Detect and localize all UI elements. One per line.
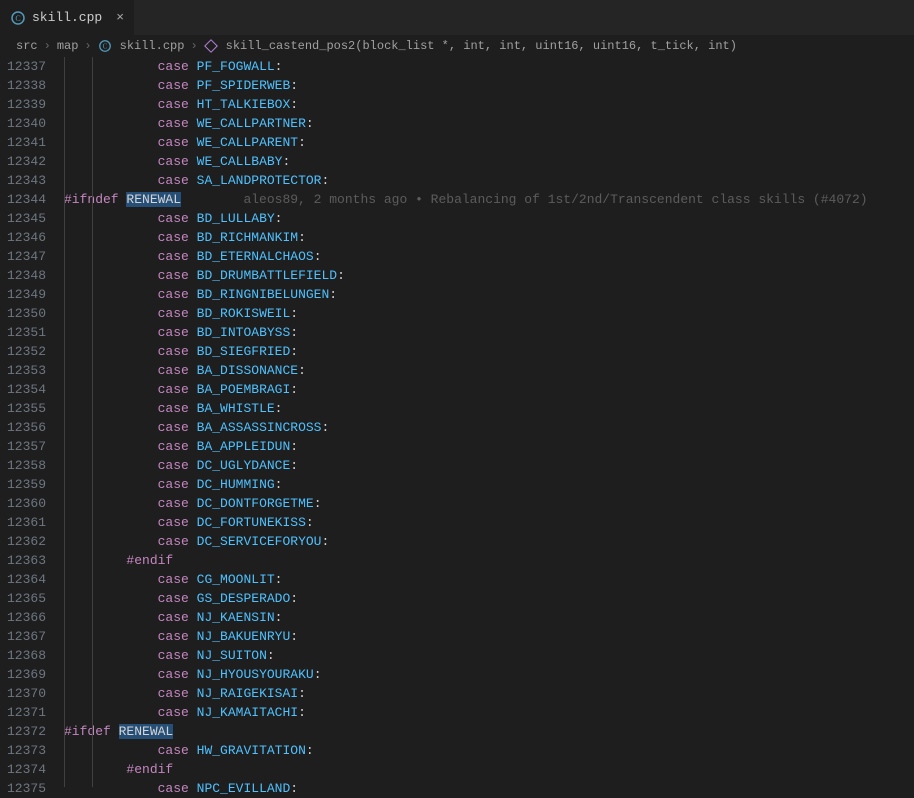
chevron-right-icon: ›: [44, 39, 51, 53]
line-number: 12370: [0, 684, 46, 703]
code-line[interactable]: case NPC_EVILLAND:: [64, 779, 914, 798]
line-number: 12339: [0, 95, 46, 114]
code-line[interactable]: case DC_FORTUNEKISS:: [64, 513, 914, 532]
line-number: 12351: [0, 323, 46, 342]
code-line[interactable]: #endif: [64, 760, 914, 779]
code-line[interactable]: case BA_DISSONANCE:: [64, 361, 914, 380]
line-number: 12352: [0, 342, 46, 361]
code-line[interactable]: case BD_DRUMBATTLEFIELD:: [64, 266, 914, 285]
code-line[interactable]: case NJ_SUITON:: [64, 646, 914, 665]
code-line[interactable]: case PF_SPIDERWEB:: [64, 76, 914, 95]
line-number: 12345: [0, 209, 46, 228]
code-line[interactable]: case BA_ASSASSINCROSS:: [64, 418, 914, 437]
code-area[interactable]: case PF_FOGWALL: case PF_SPIDERWEB: case…: [64, 57, 914, 787]
code-line[interactable]: case NJ_HYOUSYOURAKU:: [64, 665, 914, 684]
breadcrumb-segment[interactable]: map: [57, 39, 79, 53]
code-line[interactable]: case SA_LANDPROTECTOR:: [64, 171, 914, 190]
code-line[interactable]: case DC_HUMMING:: [64, 475, 914, 494]
line-number: 12340: [0, 114, 46, 133]
svg-text:C: C: [15, 14, 20, 23]
line-number: 12343: [0, 171, 46, 190]
code-line[interactable]: #ifdef RENEWAL: [64, 722, 914, 741]
code-line[interactable]: case NJ_KAMAITACHI:: [64, 703, 914, 722]
code-line[interactable]: case NJ_BAKUENRYU:: [64, 627, 914, 646]
line-number: 12364: [0, 570, 46, 589]
line-number: 12373: [0, 741, 46, 760]
breadcrumb-segment[interactable]: src: [16, 39, 38, 53]
method-icon: [204, 39, 218, 53]
code-line[interactable]: case BD_RINGNIBELUNGEN:: [64, 285, 914, 304]
line-number: 12353: [0, 361, 46, 380]
line-number: 12344: [0, 190, 46, 209]
code-line[interactable]: case WE_CALLBABY:: [64, 152, 914, 171]
svg-text:C: C: [102, 43, 107, 51]
line-number: 12375: [0, 779, 46, 798]
tab-bar: C skill.cpp ×: [0, 0, 914, 35]
line-number: 12355: [0, 399, 46, 418]
line-number: 12357: [0, 437, 46, 456]
code-line[interactable]: case BD_ETERNALCHAOS:: [64, 247, 914, 266]
code-line[interactable]: case DC_SERVICEFORYOU:: [64, 532, 914, 551]
line-number: 12358: [0, 456, 46, 475]
line-number: 12338: [0, 76, 46, 95]
line-number: 12348: [0, 266, 46, 285]
code-line[interactable]: case NJ_RAIGEKISAI:: [64, 684, 914, 703]
line-number: 12360: [0, 494, 46, 513]
line-number: 12346: [0, 228, 46, 247]
line-number: 12368: [0, 646, 46, 665]
close-icon[interactable]: ×: [116, 10, 124, 25]
code-line[interactable]: #endif: [64, 551, 914, 570]
code-line[interactable]: case BA_APPLEIDUN:: [64, 437, 914, 456]
code-line[interactable]: case CG_MOONLIT:: [64, 570, 914, 589]
code-line[interactable]: case WE_CALLPARTNER:: [64, 114, 914, 133]
code-line[interactable]: case BA_POEMBRAGI:: [64, 380, 914, 399]
line-number: 12359: [0, 475, 46, 494]
line-number: 12337: [0, 57, 46, 76]
file-tab[interactable]: C skill.cpp ×: [0, 0, 135, 35]
line-number: 12369: [0, 665, 46, 684]
code-line[interactable]: case BA_WHISTLE:: [64, 399, 914, 418]
tab-filename: skill.cpp: [32, 10, 102, 25]
line-number: 12354: [0, 380, 46, 399]
line-number: 12362: [0, 532, 46, 551]
code-line[interactable]: case BD_ROKISWEIL:: [64, 304, 914, 323]
code-line[interactable]: case BD_INTOABYSS:: [64, 323, 914, 342]
line-number: 12347: [0, 247, 46, 266]
code-line[interactable]: case GS_DESPERADO:: [64, 589, 914, 608]
line-number: 12356: [0, 418, 46, 437]
breadcrumb-segment[interactable]: skill.cpp: [120, 39, 185, 53]
line-number-gutter: 1233712338123391234012341123421234312344…: [0, 57, 64, 787]
line-number: 12367: [0, 627, 46, 646]
chevron-right-icon: ›: [190, 39, 197, 53]
line-number: 12350: [0, 304, 46, 323]
line-number: 12349: [0, 285, 46, 304]
line-number: 12341: [0, 133, 46, 152]
code-line[interactable]: case BD_RICHMANKIM:: [64, 228, 914, 247]
line-number: 12374: [0, 760, 46, 779]
code-line[interactable]: case HW_GRAVITATION:: [64, 741, 914, 760]
cpp-file-icon: C: [10, 10, 26, 26]
code-line[interactable]: case DC_UGLYDANCE:: [64, 456, 914, 475]
line-number: 12372: [0, 722, 46, 741]
code-line[interactable]: case NJ_KAENSIN:: [64, 608, 914, 627]
line-number: 12361: [0, 513, 46, 532]
code-line[interactable]: case WE_CALLPARENT:: [64, 133, 914, 152]
code-line[interactable]: case DC_DONTFORGETME:: [64, 494, 914, 513]
chevron-right-icon: ›: [84, 39, 91, 53]
code-line[interactable]: #ifndef RENEWAL aleos89, 2 months ago • …: [64, 190, 914, 209]
line-number: 12363: [0, 551, 46, 570]
line-number: 12342: [0, 152, 46, 171]
editor[interactable]: 1233712338123391234012341123421234312344…: [0, 57, 914, 787]
line-number: 12371: [0, 703, 46, 722]
code-line[interactable]: case BD_LULLABY:: [64, 209, 914, 228]
cpp-file-icon: C: [98, 39, 112, 53]
breadcrumb-symbol[interactable]: skill_castend_pos2(block_list *, int, in…: [226, 39, 737, 53]
code-line[interactable]: case HT_TALKIEBOX:: [64, 95, 914, 114]
line-number: 12366: [0, 608, 46, 627]
code-line[interactable]: case PF_FOGWALL:: [64, 57, 914, 76]
code-line[interactable]: case BD_SIEGFRIED:: [64, 342, 914, 361]
breadcrumb: src › map › C skill.cpp › skill_castend_…: [0, 35, 914, 57]
line-number: 12365: [0, 589, 46, 608]
